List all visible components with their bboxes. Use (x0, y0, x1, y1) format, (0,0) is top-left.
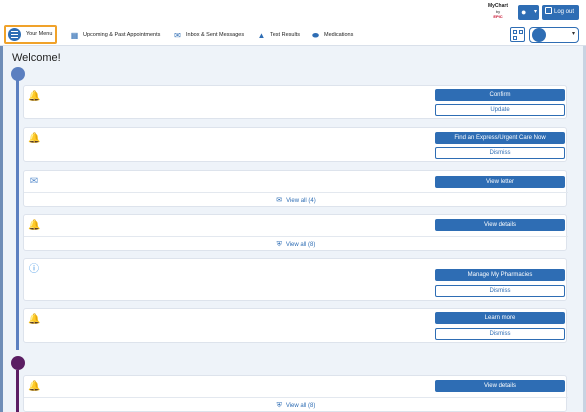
menu-label: Your Menu (26, 31, 53, 37)
chevron-down-icon: ▾ (533, 9, 537, 15)
alert-bell-icon: 🔔 (28, 381, 41, 392)
timeline-dot (11, 356, 25, 370)
view-all-link[interactable]: ✉ View all (4) (24, 192, 568, 207)
bell-icon: 🔔 (28, 133, 41, 144)
dismiss-button[interactable]: Dismiss (435, 328, 565, 340)
your-menu-button[interactable]: Your Menu (4, 25, 57, 44)
calendar-icon: ▦ (70, 31, 79, 40)
welcome-heading: Welcome! (12, 52, 61, 64)
view-letter-button[interactable]: View letter (435, 176, 565, 188)
bell-icon: 🔔 (28, 314, 41, 325)
pill-icon: ⬬ (312, 31, 319, 40)
nav-medications-label: Medications (324, 32, 354, 38)
view-all-link[interactable]: ⛨ View all (8) (24, 397, 568, 412)
dismiss-button[interactable]: Dismiss (435, 147, 565, 159)
flask-icon: ▲ (257, 31, 266, 40)
nav-medications[interactable]: ⬬ Medications (311, 29, 353, 41)
header-bar: MyChart by EPIC ● ▾ Log out Your Menu ▦ Up… (0, 0, 586, 46)
nav-messages-label: Inbox & Sent Messages (186, 32, 245, 38)
notification-card: ✉ View letter ✉ View all (4) (23, 170, 568, 207)
nav-test-results[interactable]: ▲ Test Results (257, 29, 300, 41)
view-all-link[interactable]: ⛨ View all (8) (24, 236, 568, 251)
nav-appointments-label: Upcoming & Past Appointments (83, 32, 161, 38)
nav-messages[interactable]: ✉ Inbox & Sent Messages (173, 29, 244, 41)
logout-icon (545, 7, 552, 14)
logout-label: Log out (554, 9, 575, 15)
manage-pharmacies-button[interactable]: Manage My Pharmacies (435, 269, 565, 281)
confirm-button[interactable]: Confirm (435, 89, 565, 101)
globe-icon: ● (521, 7, 527, 17)
avatar (532, 28, 546, 42)
mychart-logo: MyChart by EPIC (487, 4, 509, 20)
view-all-label: View all (4) (286, 198, 316, 204)
hamburger-icon (8, 28, 21, 41)
notification-card: 🔔 View details ⛨ View all (8) (23, 375, 568, 412)
learn-more-button[interactable]: Learn more (435, 312, 565, 324)
update-button[interactable]: Update (435, 104, 565, 116)
account-switcher[interactable]: ▾ (529, 27, 579, 43)
info-icon: ⓘ (29, 264, 39, 275)
logo-line-3: EPIC (493, 14, 503, 19)
left-edge-bar (0, 46, 3, 412)
envelope-icon: ✉ (29, 176, 39, 187)
notification-card: 🔔 Learn more Dismiss (23, 308, 567, 343)
dismiss-button[interactable]: Dismiss (435, 285, 565, 297)
logout-button[interactable]: Log out (542, 5, 579, 20)
nav-test-results-label: Test Results (270, 32, 300, 38)
shield-icon: ⛨ (276, 241, 282, 248)
chevron-down-icon: ▾ (571, 31, 575, 37)
timeline-line (16, 80, 19, 350)
letters-icon: ✉ (276, 197, 283, 204)
find-urgent-care-button[interactable]: Find an Express/Urgent Care Now (435, 132, 565, 144)
timeline-line (16, 370, 19, 412)
nav-appointments[interactable]: ▦ Upcoming & Past Appointments (70, 29, 161, 41)
notification-card: 🔔 Confirm Update (23, 85, 567, 119)
view-details-button[interactable]: View details (435, 219, 565, 231)
timeline-dot (11, 67, 25, 81)
notification-card: ⓘ Manage My Pharmacies Dismiss (23, 258, 567, 301)
qr-code-button[interactable] (510, 27, 525, 42)
bell-icon: 🔔 (28, 91, 41, 102)
alert-bell-icon: 🔔 (28, 220, 41, 231)
notification-card: 🔔 Find an Express/Urgent Care Now Dismis… (23, 127, 567, 162)
notification-card: 🔔 View details ⛨ View all (8) (23, 214, 568, 251)
envelope-icon: ✉ (174, 31, 181, 40)
shield-icon: ⛨ (276, 402, 282, 409)
view-details-button[interactable]: View details (435, 380, 565, 392)
view-all-label: View all (8) (285, 403, 316, 409)
language-button[interactable]: ● ▾ (518, 5, 539, 20)
view-all-label: View all (8) (285, 242, 316, 248)
